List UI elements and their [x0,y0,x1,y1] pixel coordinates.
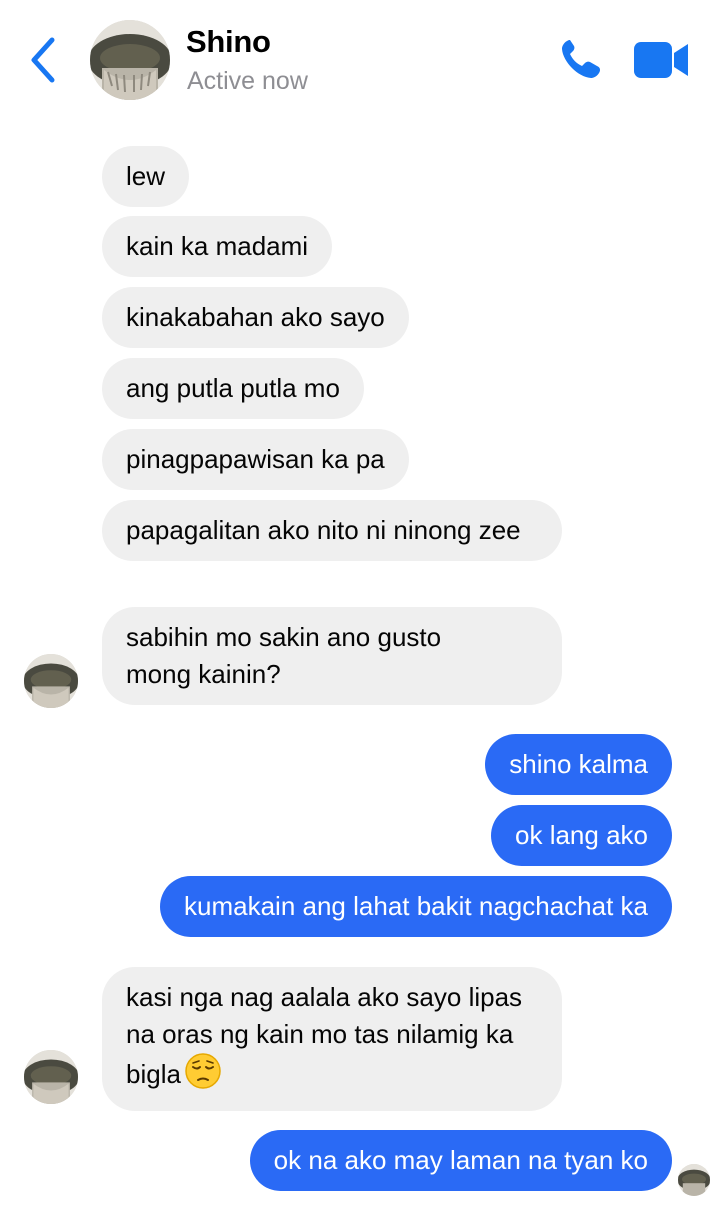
avatar-image [90,20,170,100]
avatar-image [24,654,78,708]
contact-avatar-small[interactable] [24,654,78,708]
outgoing-message[interactable]: kumakain ang lahat bakit nagchachat ka [160,876,672,937]
incoming-message[interactable]: kain ka madami [102,216,333,277]
incoming-message[interactable]: lew [102,146,190,207]
incoming-message[interactable]: papagalitan ako nito ni ninong zee [102,500,562,561]
incoming-message[interactable]: ang putla putla mo [102,358,364,419]
contact-avatar-small[interactable] [24,1050,78,1104]
active-status: Active now [187,67,308,95]
incoming-message[interactable]: pinagpapawisan ka pa [102,429,409,490]
avatar-image [24,1050,78,1104]
incoming-message[interactable]: kinakabahan ako sayo [102,287,409,348]
chevron-left-icon [31,37,55,83]
phone-icon [562,40,600,78]
contact-avatar[interactable] [90,20,170,100]
contact-name[interactable]: Shino [186,24,271,60]
pensive-face-emoji [185,1053,221,1099]
seen-receipt-avatar [678,1164,710,1196]
incoming-message[interactable]: sabihin mo sakin ano gusto mong kainin? [102,607,562,705]
avatar-image [678,1164,710,1196]
outgoing-message[interactable]: ok lang ako [491,805,672,866]
video-call-button[interactable] [632,40,690,80]
voice-call-button[interactable] [556,36,604,84]
outgoing-message[interactable]: shino kalma [485,734,672,795]
back-button[interactable] [22,34,66,86]
incoming-message[interactable]: kasi nga nag aalala ako sayo lipas na or… [102,967,562,1111]
video-camera-icon [634,42,688,78]
outgoing-message[interactable]: ok na ako may laman na tyan ko [249,1130,672,1191]
chat-header: Shino Active now [0,0,720,120]
